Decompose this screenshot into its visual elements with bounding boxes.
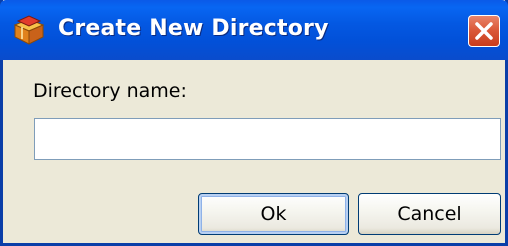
directory-name-label: Directory name: — [33, 80, 187, 102]
title-bar[interactable]: Create New Directory — [0, 0, 508, 60]
close-x-icon — [475, 22, 493, 40]
create-directory-dialog: Create New Directory Directory name: Ok … — [0, 0, 508, 246]
directory-name-input[interactable] — [34, 118, 501, 160]
cancel-button[interactable]: Cancel — [358, 193, 501, 235]
ok-button[interactable]: Ok — [198, 193, 349, 235]
close-button[interactable] — [468, 15, 500, 47]
package-box-icon — [12, 13, 46, 47]
window-title: Create New Directory — [58, 16, 329, 41]
